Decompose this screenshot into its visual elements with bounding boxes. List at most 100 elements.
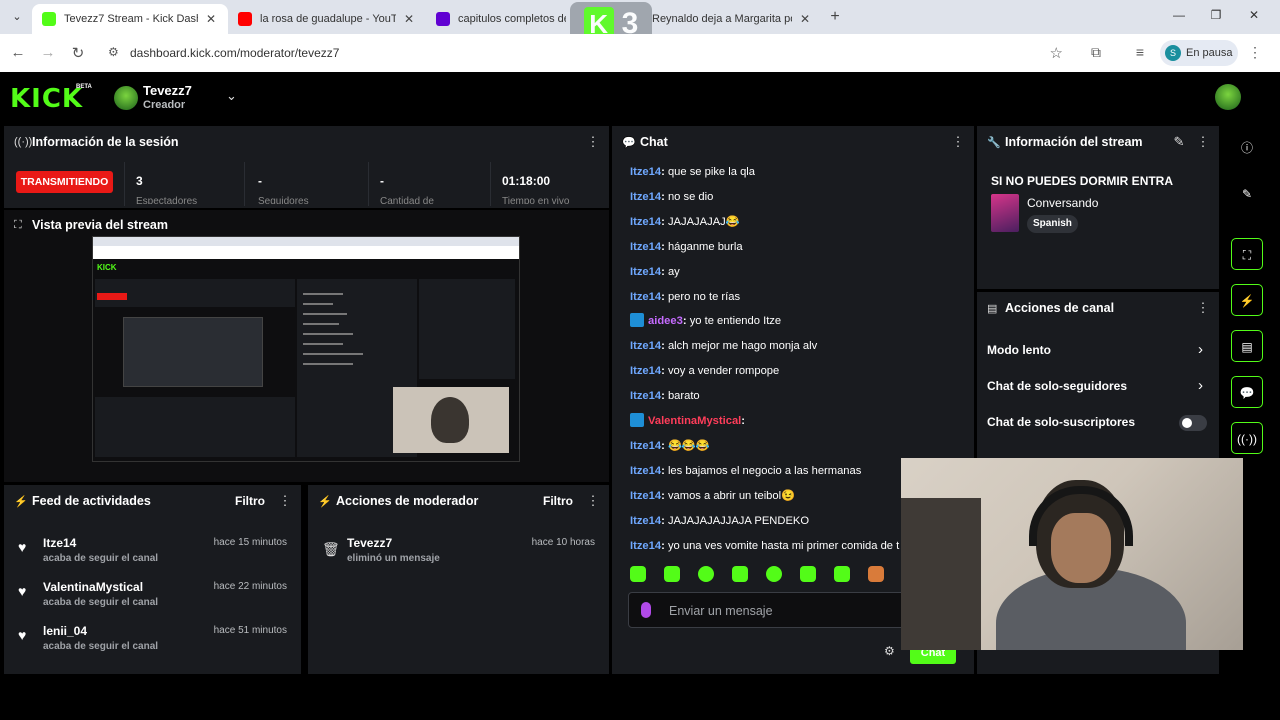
- kick-logo[interactable]: KICK: [10, 84, 83, 114]
- chat-username[interactable]: Itze14: [630, 365, 661, 377]
- browser-tab-kick[interactable]: Tevezz7 Stream - Kick Dashboard ✕: [32, 4, 228, 34]
- emote-icon[interactable]: [868, 566, 884, 582]
- divider: [244, 162, 245, 206]
- followers-value: -: [258, 174, 262, 188]
- feed-time: hace 51 minutos: [213, 625, 287, 636]
- chat-username[interactable]: Itze14: [630, 340, 661, 352]
- browser-menu-icon[interactable]: ⋮: [1248, 44, 1262, 61]
- browser-tab-reynaldo[interactable]: Reynaldo deja a Margarita por ✕: [642, 4, 822, 34]
- profile-button[interactable]: S En pausa: [1160, 40, 1238, 66]
- chat-message: Itze14: alch mejor me hago monja alv: [630, 340, 818, 353]
- emote-icon[interactable]: [732, 566, 748, 582]
- panel-title: Información del stream: [1005, 135, 1143, 149]
- chat-username[interactable]: Itze14: [630, 166, 661, 178]
- lightning-icon[interactable]: ⚡: [1231, 284, 1263, 316]
- channel-name[interactable]: Tevezz7: [143, 83, 192, 98]
- chat-username[interactable]: ValentinaMystical: [648, 415, 741, 427]
- slow-mode-row[interactable]: Modo lento ›: [987, 341, 1207, 361]
- pencil-icon[interactable]: ✎: [1231, 178, 1263, 210]
- feed-user[interactable]: lenii_04: [43, 624, 87, 638]
- document-icon[interactable]: ▤: [1231, 330, 1263, 362]
- stream-preview-video[interactable]: KICK: [92, 236, 520, 462]
- broadcast-icon[interactable]: ((·)): [1231, 422, 1263, 454]
- close-icon[interactable]: ✕: [402, 12, 416, 26]
- more-options-icon[interactable]: ⋮: [950, 134, 966, 150]
- chat-bubble-icon: 💬: [622, 136, 636, 149]
- chat-bubble-icon[interactable]: 💬: [1231, 376, 1263, 408]
- chat-username[interactable]: Itze14: [630, 191, 661, 203]
- viewers-label: Espectadores: [136, 196, 198, 204]
- feed-user[interactable]: ValentinaMystical: [43, 580, 143, 594]
- restore-icon[interactable]: ❐: [1207, 8, 1225, 22]
- chat-username[interactable]: Itze14: [630, 216, 661, 228]
- chat-username[interactable]: Itze14: [630, 465, 661, 477]
- chat-username[interactable]: Itze14: [630, 440, 661, 452]
- back-arrow-icon[interactable]: ←: [8, 44, 28, 61]
- channel-role: Creador: [143, 99, 186, 111]
- followers-only-row[interactable]: Chat de solo-seguidores ›: [987, 377, 1207, 397]
- reload-icon[interactable]: ↻: [68, 44, 88, 62]
- preview-frame-icon[interactable]: ⛶: [1231, 238, 1263, 270]
- media-control-icon[interactable]: ≡: [1130, 44, 1150, 60]
- chevron-right-icon[interactable]: ›: [1198, 377, 1203, 394]
- close-icon[interactable]: ✕: [204, 12, 218, 26]
- panel-header: ⚡ Feed de actividades Filtro ⋮: [4, 485, 301, 517]
- emote-icon[interactable]: [630, 566, 646, 582]
- url-field[interactable]: ⚙ dashboard.kick.com/moderator/tevezz7 ☆: [102, 38, 1077, 68]
- chat-message: Itze14: háganme burla: [630, 240, 743, 253]
- emote-icon[interactable]: [698, 566, 714, 582]
- emote-icon[interactable]: [834, 566, 850, 582]
- microphone-icon[interactable]: [641, 602, 651, 618]
- user-badge-icon: [630, 313, 644, 328]
- new-tab-plus-icon[interactable]: +: [826, 8, 844, 26]
- window-close-icon[interactable]: ✕: [1245, 8, 1263, 22]
- mod-user[interactable]: Tevezz7: [347, 536, 392, 550]
- chat-username[interactable]: Itze14: [630, 291, 661, 303]
- chat-text: háganme burla: [667, 240, 743, 253]
- close-icon[interactable]: ✕: [798, 12, 812, 26]
- chevron-down-icon[interactable]: ⌄: [226, 88, 237, 104]
- chat-username[interactable]: Itze14: [630, 241, 661, 253]
- extensions-icon[interactable]: ⧉: [1086, 44, 1106, 61]
- chat-username[interactable]: Itze14: [630, 515, 661, 527]
- chat-message: Itze14: JAJAJAJAJ😂: [630, 215, 740, 228]
- bookmark-star-icon[interactable]: ☆: [1050, 44, 1063, 62]
- count-label: Cantidad de: [380, 196, 434, 204]
- panel-header: 🔧 Información del stream ✎ ⋮: [977, 126, 1219, 158]
- emote-icon[interactable]: [664, 566, 680, 582]
- filter-button[interactable]: Filtro: [543, 494, 573, 508]
- emote-bar: [630, 566, 884, 582]
- emote-icon[interactable]: [766, 566, 782, 582]
- info-icon[interactable]: ⓘ: [1231, 132, 1263, 164]
- feed-user[interactable]: Itze14: [43, 536, 76, 550]
- divider: [124, 162, 125, 206]
- forward-arrow-icon[interactable]: →: [38, 44, 58, 61]
- chevron-right-icon[interactable]: ›: [1198, 341, 1203, 358]
- subscribers-only-toggle[interactable]: [1179, 415, 1207, 431]
- chat-username[interactable]: Itze14: [630, 540, 661, 552]
- chat-message: Itze14: ay: [630, 265, 680, 278]
- site-info-icon[interactable]: ⚙: [108, 45, 119, 59]
- chat-username[interactable]: Itze14: [630, 390, 661, 402]
- chat-username[interactable]: Itze14: [630, 490, 661, 502]
- chat-username[interactable]: aidee3: [648, 315, 683, 327]
- browser-tab-youtube[interactable]: la rosa de guadalupe - YouTube ✕: [228, 4, 426, 34]
- minimize-icon[interactable]: —: [1170, 8, 1188, 22]
- browser-tab-yahoo[interactable]: capitulos completos de la rosa: [426, 4, 576, 34]
- tab-search-chevron-icon[interactable]: ⌄: [8, 8, 26, 26]
- user-badge-icon: [630, 413, 644, 427]
- more-options-icon[interactable]: ⋮: [1195, 134, 1211, 150]
- more-options-icon[interactable]: ⋮: [1195, 300, 1211, 316]
- more-options-icon[interactable]: ⋮: [277, 493, 293, 509]
- gear-icon[interactable]: ⚙: [884, 644, 895, 658]
- user-avatar[interactable]: [1215, 84, 1241, 110]
- more-options-icon[interactable]: ⋮: [585, 493, 601, 509]
- emote-icon[interactable]: [800, 566, 816, 582]
- pencil-icon[interactable]: ✎: [1171, 134, 1187, 150]
- filter-button[interactable]: Filtro: [235, 494, 265, 508]
- chat-text: barato: [667, 390, 700, 403]
- chat-username[interactable]: Itze14: [630, 266, 661, 278]
- mini-chat-line: [303, 323, 339, 325]
- trash-icon: 🗑: [322, 541, 340, 557]
- more-options-icon[interactable]: ⋮: [585, 134, 601, 150]
